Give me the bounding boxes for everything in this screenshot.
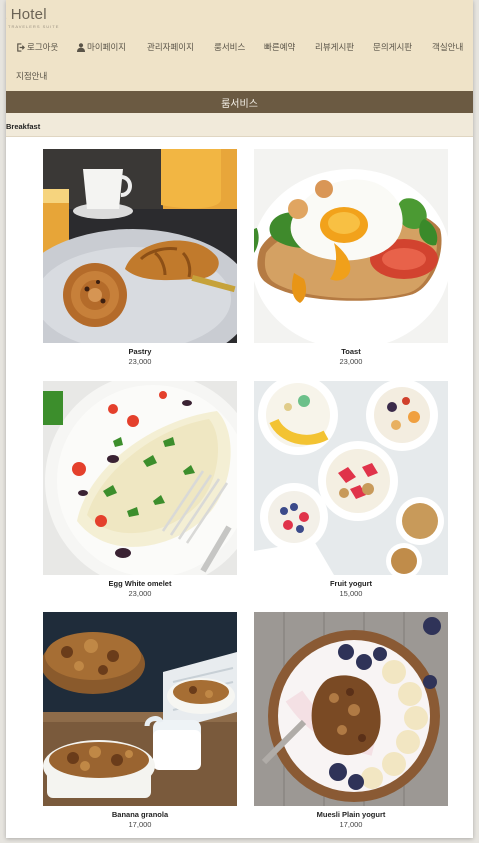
menu-item-price: 17,000 <box>339 820 363 829</box>
menu-item-pastry[interactable]: Pastry 23,000 <box>43 149 237 366</box>
nav-mypage[interactable]: 마이페이지 <box>77 41 126 53</box>
nav-mypage-label: 마이페이지 <box>87 42 127 52</box>
nav-room-service-label: 룸서비스 <box>214 42 246 52</box>
menu-item-fruit-yogurt[interactable]: Fruit yogurt 15,000 <box>254 381 448 598</box>
menu-item-egg-white-omelet[interactable]: Egg White omelet 23,000 <box>43 381 237 598</box>
nav-inquiry-board-label: 문의게시판 <box>373 42 413 52</box>
user-icon <box>77 42 85 52</box>
menu-item-muesli-plain-yogurt[interactable]: Muesli Plain yogurt 17,000 <box>254 612 448 829</box>
menu-item-price: 23,000 <box>128 357 152 366</box>
category-bar: Breakfast <box>6 113 473 137</box>
menu-item-name: Toast <box>341 347 361 356</box>
nav-quick-reservation-label: 빠른예약 <box>264 42 296 52</box>
category-label: Breakfast <box>6 122 41 131</box>
logout-icon <box>17 42 25 52</box>
nav-admin-label: 관리자페이지 <box>147 42 194 52</box>
banana-granola-photo <box>43 612 237 806</box>
menu-item-name: Banana granola <box>111 810 169 819</box>
nav-branch-info-label: 지점안내 <box>16 71 48 81</box>
menu-item-price: 23,000 <box>128 589 152 598</box>
nav-admin[interactable]: 관리자페이지 <box>147 41 194 53</box>
menu-item-price: 15,000 <box>339 589 363 598</box>
section-banner: 룸서비스 <box>6 91 473 113</box>
menu-item-banana-granola[interactable]: Banana granola 17,000 <box>43 612 237 829</box>
menu-item-toast[interactable]: Toast 23,000 <box>254 149 448 366</box>
menu-item-name: Muesli Plain yogurt <box>316 810 386 819</box>
nav-branch-info[interactable]: 지점안내 <box>16 70 47 82</box>
menu-item-price: 17,000 <box>128 820 152 829</box>
menu-item-name: Egg White omelet <box>108 579 172 588</box>
nav-review-board-label: 리뷰게시판 <box>315 42 355 52</box>
site-header: t Hotel TRAVELERS SUITE 로그아웃 마이페이지 관리자페이… <box>6 0 473 91</box>
menu-item-name: Pastry <box>128 347 152 356</box>
nav-room-service[interactable]: 룸서비스 <box>214 41 245 53</box>
menu-item-name: Fruit yogurt <box>329 579 373 588</box>
egg-white-omelet-photo <box>43 381 237 575</box>
main-nav: 로그아웃 마이페이지 관리자페이지 룸서비스 빠른예약 리뷰게시판 문의게시판 … <box>6 0 473 91</box>
menu-item-price: 23,000 <box>339 357 363 366</box>
nav-review-board[interactable]: 리뷰게시판 <box>315 41 354 53</box>
fruit-yogurt-photo <box>254 381 448 575</box>
toast-photo <box>254 149 448 343</box>
nav-quick-reservation[interactable]: 빠른예약 <box>264 41 295 53</box>
nav-logout[interactable]: 로그아웃 <box>16 41 58 53</box>
muesli-plain-yogurt-photo <box>254 612 448 806</box>
page-frame: t Hotel TRAVELERS SUITE 로그아웃 마이페이지 관리자페이… <box>6 0 473 838</box>
nav-room-info[interactable]: 객실안내 <box>432 41 463 53</box>
nav-inquiry-board[interactable]: 문의게시판 <box>373 41 412 53</box>
nav-logout-label: 로그아웃 <box>27 42 59 52</box>
section-title: 룸서비스 <box>221 98 258 110</box>
pastry-photo <box>43 149 237 343</box>
nav-room-info-label: 객실안내 <box>432 42 464 52</box>
